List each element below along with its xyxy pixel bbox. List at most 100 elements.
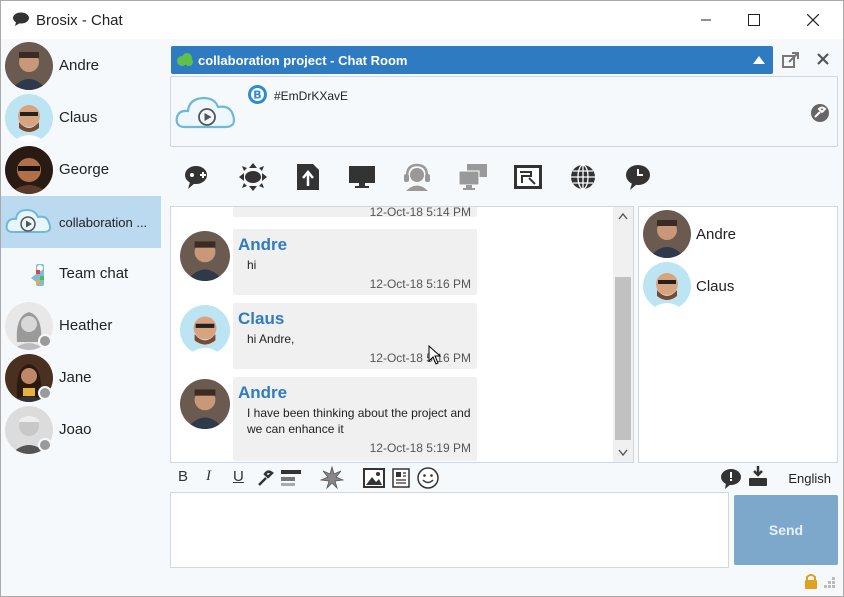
message-sender: Andre — [238, 383, 288, 402]
message-sender: Andre — [238, 235, 288, 254]
sidebar-item-andre[interactable]: Andre — [1, 40, 161, 92]
chevron-up-icon[interactable] — [618, 212, 628, 220]
room-cloud-play-icon — [175, 96, 236, 129]
message-input[interactable] — [170, 492, 729, 568]
italic-button[interactable]: I — [206, 468, 211, 485]
settings-wrench-icon[interactable] — [810, 103, 830, 123]
template-icon[interactable] — [392, 468, 410, 488]
remote-desktop-button[interactable] — [456, 160, 490, 194]
message-text: hi — [247, 258, 257, 272]
sidebar-item-label: Claus — [59, 109, 98, 126]
message-bubble: Andre hi 12-Oct-18 5:16 PM — [233, 229, 477, 295]
sidebar-item-heather[interactable]: Heather — [1, 300, 161, 352]
avatar — [5, 94, 53, 142]
offline-status-icon — [38, 438, 52, 452]
mouse-cursor-icon — [428, 345, 442, 365]
web-globe-icon — [571, 164, 595, 190]
remote-desktop-icon — [458, 164, 487, 190]
sidebar-item-george[interactable]: George — [1, 144, 161, 196]
chevron-down-icon[interactable] — [618, 449, 628, 457]
file-upload-button[interactable] — [291, 160, 325, 194]
avatar — [180, 231, 230, 281]
avatar — [180, 379, 230, 429]
sidebar-item-label: Heather — [59, 317, 113, 334]
maximize-button[interactable] — [731, 1, 777, 39]
popout-icon[interactable] — [782, 51, 800, 69]
voice-chat-button[interactable] — [180, 160, 214, 194]
history-button[interactable] — [621, 160, 655, 194]
sidebar-item-jane[interactable]: Jane — [1, 352, 161, 404]
brosix-logo-icon: B — [248, 85, 267, 104]
nudge-icon[interactable] — [320, 466, 344, 490]
sidebar-item-label: Joao — [59, 421, 92, 438]
team-chat-icon — [5, 250, 53, 298]
sidebar-item-label: collaboration ... — [59, 215, 148, 230]
text-size-icon[interactable] — [280, 468, 302, 488]
message-time: 12-Oct-18 5:14 PM — [369, 206, 471, 219]
sidebar-item-label: Jane — [59, 369, 92, 386]
web-button[interactable] — [566, 160, 600, 194]
sidebar-item-label: George — [59, 161, 110, 178]
collapse-up-icon[interactable] — [753, 55, 765, 64]
sidebar-item-joao[interactable]: Joao — [1, 404, 161, 456]
format-toolbar: B I U English — [170, 465, 838, 491]
room-toolbar — [171, 156, 671, 200]
room-info-panel: B #EmDrKXavE — [170, 76, 838, 147]
sidebar-item-label: Team chat — [59, 265, 129, 282]
whiteboard-icon — [514, 165, 542, 189]
sidebar-item-team-chat[interactable]: Team chat — [1, 248, 161, 300]
room-id: #EmDrKXavE — [274, 89, 349, 103]
lock-icon — [805, 574, 817, 589]
svg-text:B: B — [253, 89, 261, 102]
participant-name: Claus — [696, 278, 735, 295]
message-scrollbar[interactable] — [613, 207, 633, 462]
bold-button[interactable]: B — [178, 468, 188, 485]
room-title: collaboration project - Chat Room — [198, 53, 408, 68]
close-window-button[interactable] — [790, 1, 836, 39]
whiteboard-button[interactable] — [511, 160, 545, 194]
network-icon — [239, 163, 267, 191]
resize-grip-icon[interactable] — [824, 577, 836, 589]
voice-chat-icon — [185, 166, 207, 189]
participant-item[interactable]: Claus — [639, 260, 837, 312]
minimize-button[interactable] — [683, 1, 729, 39]
language-selector[interactable]: English — [788, 471, 831, 486]
contact-sidebar: Andre Claus George collaboration ... Tea… — [1, 39, 161, 596]
avatar — [643, 262, 691, 310]
insert-image-icon[interactable] — [363, 468, 385, 488]
send-file-icon[interactable] — [747, 465, 769, 489]
sidebar-item-claus[interactable]: Claus — [1, 92, 161, 144]
sidebar-item-collaboration[interactable]: collaboration ... — [1, 196, 161, 248]
message-text: I have been thinking about the project a… — [247, 406, 471, 436]
offline-status-icon — [38, 334, 52, 348]
screen-share-icon — [349, 166, 375, 188]
scroll-thumb[interactable] — [615, 277, 631, 440]
room-cloud-icon — [177, 53, 193, 66]
chat-bubble-icon — [13, 12, 29, 26]
message-list[interactable]: 12-Oct-18 5:14 PM Andre hi 12-Oct-18 5:1… — [170, 206, 634, 463]
alert-bubble-icon[interactable] — [720, 468, 742, 490]
close-room-icon[interactable] — [816, 51, 830, 67]
message-time: 12-Oct-18 5:16 PM — [369, 277, 471, 291]
window-title: Brosix - Chat — [36, 12, 123, 29]
underline-button[interactable]: U — [233, 468, 244, 485]
file-upload-icon — [297, 164, 319, 190]
chat-room-header: collaboration project - Chat Room — [171, 46, 773, 74]
cloud-play-icon — [5, 198, 53, 246]
avatar — [5, 146, 53, 194]
send-button[interactable]: Send — [734, 495, 838, 565]
title-bar: Brosix - Chat — [1, 1, 843, 39]
font-settings-icon[interactable] — [256, 469, 274, 487]
call-button[interactable] — [400, 160, 434, 194]
history-icon — [626, 165, 650, 190]
message-time: 12-Oct-18 5:16 PM — [369, 351, 471, 365]
network-button[interactable] — [236, 160, 270, 194]
participant-item[interactable]: Andre — [639, 208, 837, 260]
call-headset-icon — [404, 163, 430, 191]
minimize-icon — [701, 19, 711, 21]
maximize-icon — [748, 14, 760, 26]
screen-share-button[interactable] — [345, 160, 379, 194]
message-bubble: 12-Oct-18 5:14 PM — [233, 206, 477, 219]
close-icon — [807, 14, 819, 26]
emoji-icon[interactable] — [417, 467, 439, 489]
